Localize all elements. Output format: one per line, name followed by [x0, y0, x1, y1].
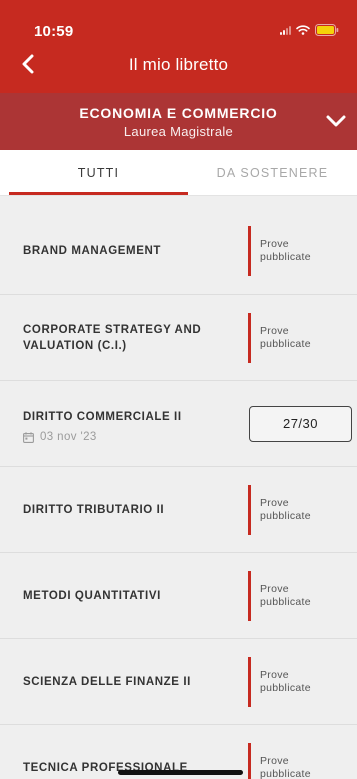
tab-to-take[interactable]: DA SOSTENERE — [188, 150, 357, 195]
exam-date-text: 03 nov '23 — [40, 431, 97, 443]
tab-all[interactable]: TUTTI — [9, 150, 188, 195]
exam-status: Prove pubblicate — [260, 324, 311, 350]
wifi-icon — [296, 25, 310, 35]
tabs-divider — [0, 195, 357, 196]
grade-badge: 27/30 — [249, 405, 352, 442]
exam-name: DIRITTO TRIBUTARIO II — [23, 503, 165, 516]
app-screen: 10:59 Il mio libretto ECONOMIA E COMMERC… — [0, 0, 357, 779]
exam-name: METODI QUANTITATIVI — [23, 589, 161, 602]
status-icons — [280, 24, 339, 36]
exam-row[interactable]: METODI QUANTITATIVI Prove pubblicate — [0, 552, 357, 638]
chevron-down-icon — [326, 115, 346, 127]
exam-status: Prove pubblicate — [260, 754, 311, 779]
exam-row[interactable]: CORPORATE STRATEGY AND VALUATION (C.I.) … — [0, 294, 357, 380]
status-badge: Prove pubblicate — [248, 226, 330, 276]
exam-row[interactable]: DIRITTO COMMERCIALE II 03 nov '23 27/30 — [0, 380, 357, 466]
exam-list: BRAND MANAGEMENT Prove pubblicate CORPOR… — [0, 208, 357, 779]
course-type: Laurea Magistrale — [123, 124, 234, 139]
exam-status: Prove pubblicate — [260, 496, 311, 522]
exam-row[interactable]: SCIENZA DELLE FINANZE II Prove pubblicat… — [0, 638, 357, 724]
course-name: ECONOMIA E COMMERCIO — [79, 105, 278, 121]
status-badge: Prove pubblicate — [248, 484, 330, 535]
exam-row[interactable]: BRAND MANAGEMENT Prove pubblicate — [0, 208, 357, 294]
signal-icon — [280, 25, 291, 35]
battery-icon — [315, 24, 339, 36]
course-selector[interactable]: ECONOMIA E COMMERCIO Laurea Magistrale — [0, 93, 357, 150]
tab-bar: TUTTI DA SOSTENERE — [0, 150, 357, 195]
exam-row[interactable]: DIRITTO TRIBUTARIO II Prove pubblicate — [0, 466, 357, 552]
exam-status: Prove pubblicate — [260, 582, 311, 608]
header: 10:59 Il mio libretto — [0, 0, 357, 93]
exam-name: SCIENZA DELLE FINANZE II — [23, 675, 191, 688]
status-badge: Prove pubblicate — [248, 312, 330, 363]
exam-status: Prove pubblicate — [260, 668, 311, 694]
calendar-icon — [23, 431, 34, 443]
exam-status: Prove pubblicate — [260, 238, 311, 263]
status-badge: Prove pubblicate — [248, 742, 330, 779]
page-title: Il mio libretto — [128, 55, 229, 74]
status-badge: Prove pubblicate — [248, 570, 330, 621]
exam-name: DIRITTO COMMERCIALE II — [23, 411, 182, 423]
exam-name: BRAND MANAGEMENT — [23, 245, 162, 257]
exam-date: 03 nov '23 — [23, 431, 97, 443]
home-indicator[interactable] — [118, 770, 243, 775]
status-badge: Prove pubblicate — [248, 656, 330, 707]
status-time: 10:59 — [34, 23, 74, 40]
exam-name: CORPORATE STRATEGY AND VALUATION (C.I.) — [23, 323, 202, 352]
